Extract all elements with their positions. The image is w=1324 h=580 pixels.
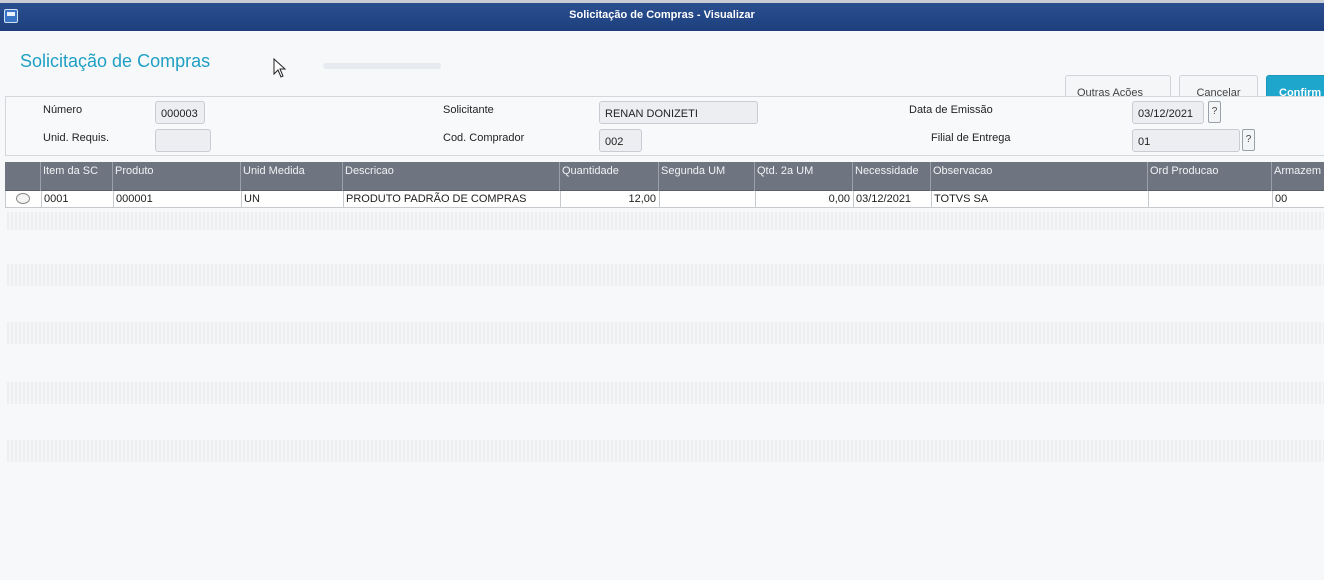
solicitante-label: Solicitante — [443, 104, 494, 116]
table-cell[interactable]: 0,00 — [756, 191, 854, 207]
radio-icon[interactable] — [16, 193, 30, 204]
column-header[interactable]: Segunda UM — [659, 162, 755, 191]
table-cell[interactable]: TOTVS SA — [932, 191, 1149, 207]
data-emissao-field[interactable]: 03/12/2021 — [1132, 101, 1204, 124]
table-cell[interactable]: 00 — [1273, 191, 1324, 207]
column-header[interactable]: Unid Medida — [241, 162, 343, 191]
table-cell[interactable]: 0001 — [42, 191, 114, 207]
filial-entrega-label: Filial de Entrega — [931, 132, 1011, 144]
column-header[interactable]: Armazem — [1272, 162, 1324, 191]
column-header[interactable]: Descricao — [343, 162, 560, 191]
cod-comprador-field[interactable]: 002 — [599, 129, 642, 152]
empty-grid-row — [7, 382, 1324, 404]
unid-requis-field[interactable] — [155, 129, 211, 152]
page-title: Solicitação de Compras — [20, 51, 211, 71]
empty-grid-row — [7, 440, 1324, 462]
column-header[interactable]: Necessidade — [853, 162, 931, 191]
unid-requis-label: Unid. Requis. — [43, 132, 110, 144]
column-header[interactable]: Ord Producao — [1148, 162, 1272, 191]
column-header[interactable]: Qtd. 2a UM — [755, 162, 853, 191]
window-title: Solicitação de Compras - Visualizar — [569, 9, 755, 21]
help-icon[interactable]: ? — [1242, 129, 1255, 151]
column-header[interactable]: Produto — [113, 162, 241, 191]
help-icon[interactable]: ? — [1208, 101, 1221, 123]
grid-header-select — [5, 162, 41, 191]
table-cell[interactable] — [660, 191, 756, 207]
empty-grid-row — [7, 212, 1324, 230]
header-form: Número 000003 Unid. Requis. Solicitante … — [5, 96, 1324, 156]
table-cell[interactable]: UN — [242, 191, 344, 207]
numero-label: Número — [43, 104, 83, 116]
column-header[interactable]: Quantidade — [560, 162, 659, 191]
page-header: Solicitação de Compras Outras Ações Canc… — [0, 31, 1324, 110]
faded-placeholder — [323, 63, 441, 69]
table-cell[interactable]: PRODUTO PADRÃO DE COMPRAS — [344, 191, 561, 207]
window-titlebar: Solicitação de Compras - Visualizar — [0, 0, 1324, 31]
numero-field[interactable]: 000003 — [155, 101, 205, 124]
table-cell[interactable]: 12,00 — [561, 191, 660, 207]
solicitante-field[interactable]: RENAN DONIZETI — [599, 101, 758, 124]
table-cell[interactable]: 03/12/2021 — [854, 191, 932, 207]
column-header[interactable]: Observacao — [931, 162, 1148, 191]
filial-entrega-field[interactable]: 01 — [1132, 129, 1240, 152]
mouse-cursor-icon — [273, 58, 287, 78]
cod-comprador-label: Cod. Comprador — [443, 132, 525, 144]
table-cell[interactable]: 000001 — [114, 191, 242, 207]
items-grid: Item da SC Produto Unid Medida Descricao… — [5, 162, 1324, 208]
row-select-cell[interactable] — [6, 191, 42, 207]
table-row[interactable]: 0001 000001 UN PRODUTO PADRÃO DE COMPRAS… — [5, 191, 1324, 208]
empty-grid-row — [7, 264, 1324, 286]
grid-header: Item da SC Produto Unid Medida Descricao… — [5, 162, 1324, 191]
empty-grid-row — [7, 322, 1324, 344]
table-cell[interactable] — [1149, 191, 1273, 207]
data-emissao-label: Data de Emissão — [909, 104, 993, 116]
column-header[interactable]: Item da SC — [41, 162, 113, 191]
